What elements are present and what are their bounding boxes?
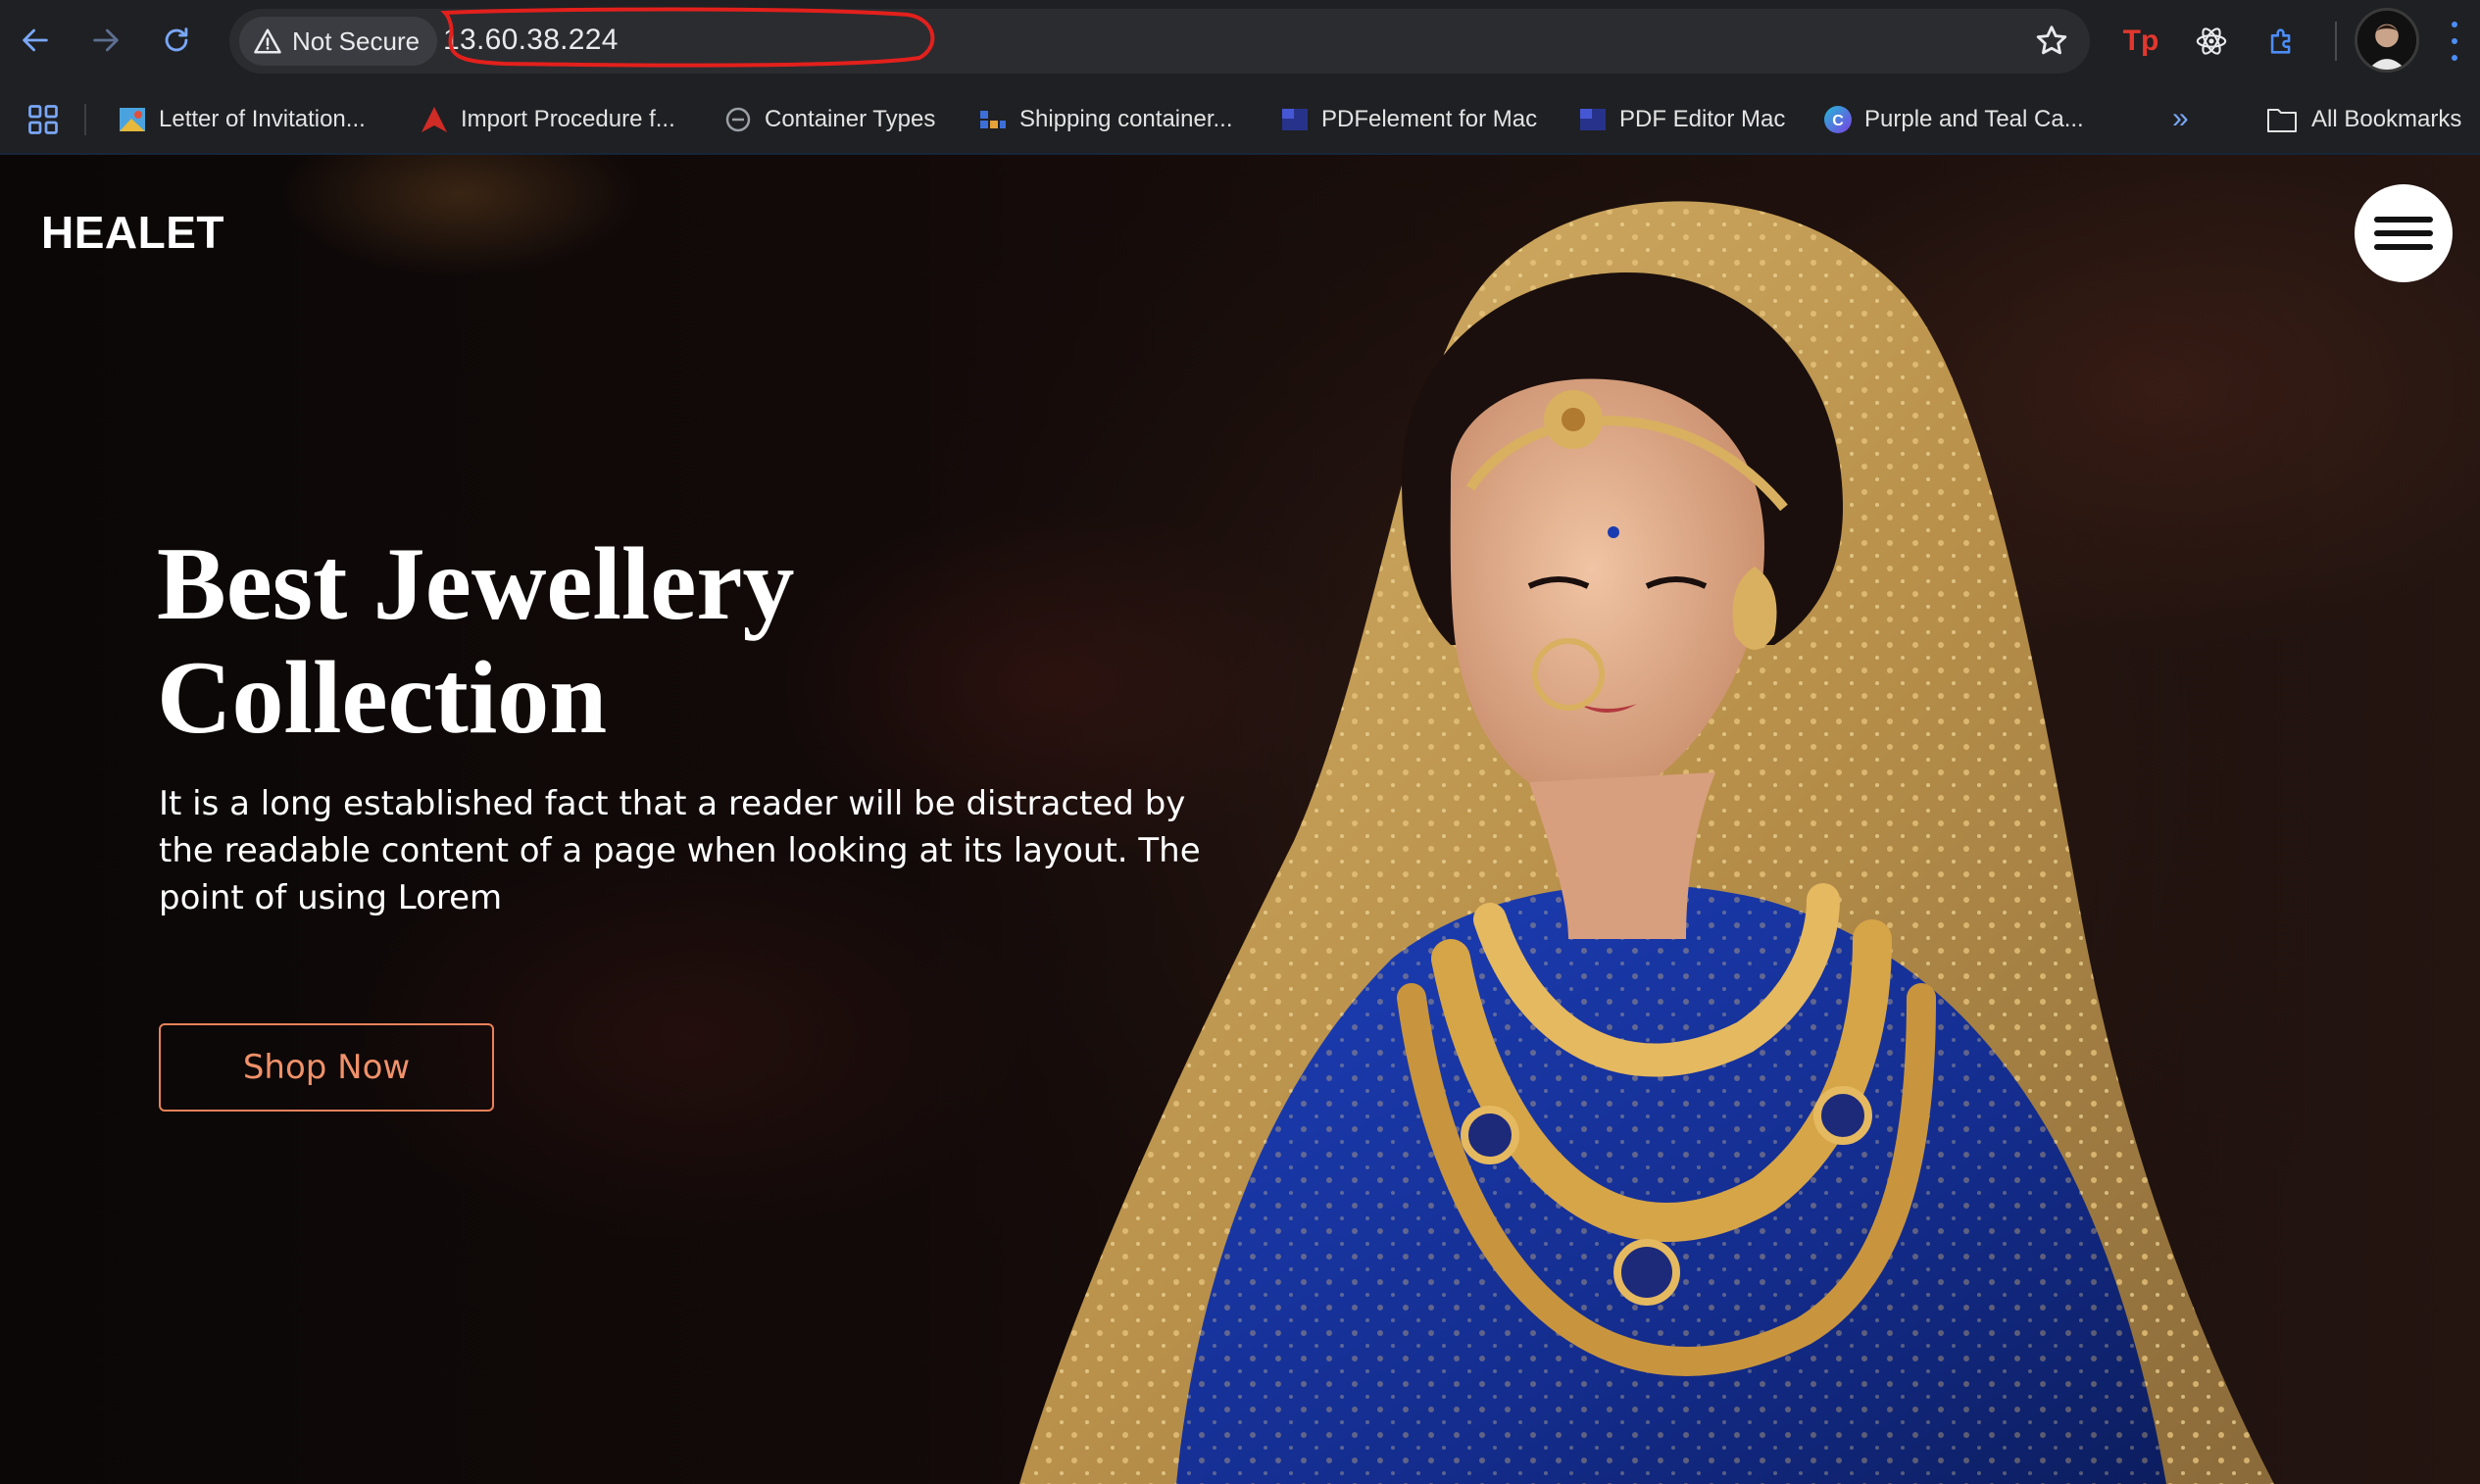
bookmark-item[interactable]: PDF Editor Mac xyxy=(1578,98,1785,141)
all-bookmarks-label: All Bookmarks xyxy=(2311,106,2462,132)
tp-logo-icon: Tp xyxy=(2122,25,2159,57)
bookmark-label: Shipping container... xyxy=(1019,106,1233,132)
bookmark-label: PDF Editor Mac xyxy=(1619,106,1786,132)
canva-icon: C xyxy=(1823,105,1853,134)
bookmark-item[interactable]: Shipping container... xyxy=(978,98,1233,141)
forward-button[interactable] xyxy=(84,19,127,62)
extension-react-button[interactable] xyxy=(2190,20,2233,63)
dot xyxy=(2452,38,2457,44)
reload-button[interactable] xyxy=(155,19,198,62)
bookmarks-separator xyxy=(84,104,86,135)
dot xyxy=(2452,55,2457,61)
pdf-icon xyxy=(1578,105,1608,134)
all-bookmarks-button[interactable]: All Bookmarks xyxy=(2266,98,2461,141)
address-bar[interactable]: Not Secure 13.60.38.224 xyxy=(229,7,2090,74)
menu-line xyxy=(2374,217,2433,223)
puzzle-icon xyxy=(2270,28,2291,54)
bookmark-item[interactable]: Letter of Invitation... xyxy=(118,98,366,141)
menu-line xyxy=(2374,230,2433,236)
hero-title-line1: Best Jewellery xyxy=(157,526,795,641)
avatar-image xyxy=(2357,11,2416,70)
more-bookmarks-chevron-icon[interactable]: » xyxy=(2172,102,2189,135)
url-text[interactable]: 13.60.38.224 xyxy=(443,24,619,57)
blocks-icon xyxy=(978,105,1008,134)
bookmark-label: Import Procedure f... xyxy=(461,106,675,132)
bookmark-label: Purple and Teal Ca... xyxy=(1864,106,2084,132)
site-logo[interactable]: HEALET xyxy=(41,206,224,259)
bookmark-star-button[interactable] xyxy=(2033,23,2070,60)
warning-icon xyxy=(254,28,281,54)
hero-title: Best Jewellery Collection xyxy=(157,527,902,755)
arrow-right-icon xyxy=(93,28,119,52)
bookmark-label: Letter of Invitation... xyxy=(159,106,366,132)
bookmark-label: PDFelement for Mac xyxy=(1321,106,1538,132)
bookmark-item[interactable]: Container Types xyxy=(723,98,935,141)
extensions-button[interactable] xyxy=(2260,20,2304,63)
menu-line xyxy=(2374,244,2433,250)
toolbar-divider xyxy=(2335,22,2337,61)
bookmark-item[interactable]: C Purple and Teal Ca... xyxy=(1823,98,2084,141)
apps-grid-icon[interactable] xyxy=(25,102,61,137)
dot xyxy=(2452,22,2457,27)
bookmark-label: Container Types xyxy=(765,106,936,132)
reload-icon xyxy=(165,27,188,52)
bookmark-item[interactable]: Import Procedure f... xyxy=(420,98,675,141)
hero-title-line2: Collection xyxy=(157,640,608,755)
security-indicator[interactable]: Not Secure xyxy=(239,17,438,66)
extension-tp-button[interactable]: Tp xyxy=(2119,20,2162,63)
star-icon xyxy=(2036,25,2067,55)
container-icon xyxy=(723,105,753,134)
svg-text:C: C xyxy=(1832,113,1844,129)
hamburger-menu-button[interactable] xyxy=(2355,184,2453,282)
shop-now-button[interactable]: Shop Now xyxy=(159,1023,494,1112)
arrow-left-icon xyxy=(23,28,48,52)
browser-toolbar: Not Secure 13.60.38.224 Tp xyxy=(0,0,2480,82)
hero-section: HEALET Best Jewellery Collection It is a… xyxy=(0,155,2480,1484)
back-button[interactable] xyxy=(14,19,57,62)
react-atom-icon xyxy=(2196,27,2227,55)
browser-chrome: Not Secure 13.60.38.224 Tp Letter of Inv… xyxy=(0,0,2480,155)
red-triangle-icon xyxy=(420,105,449,134)
pdf-icon xyxy=(1280,105,1310,134)
bookmark-item[interactable]: PDFelement for Mac xyxy=(1280,98,1537,141)
bookmarks-bar: Letter of Invitation... Import Procedure… xyxy=(0,90,2480,149)
profile-avatar[interactable] xyxy=(2355,8,2419,73)
folder-icon xyxy=(2267,109,2297,132)
security-label: Not Secure xyxy=(292,25,421,56)
browser-menu-button[interactable] xyxy=(2443,22,2466,61)
hero-description: It is a long established fact that a rea… xyxy=(159,784,1201,917)
colorful-doc-icon xyxy=(118,105,147,134)
